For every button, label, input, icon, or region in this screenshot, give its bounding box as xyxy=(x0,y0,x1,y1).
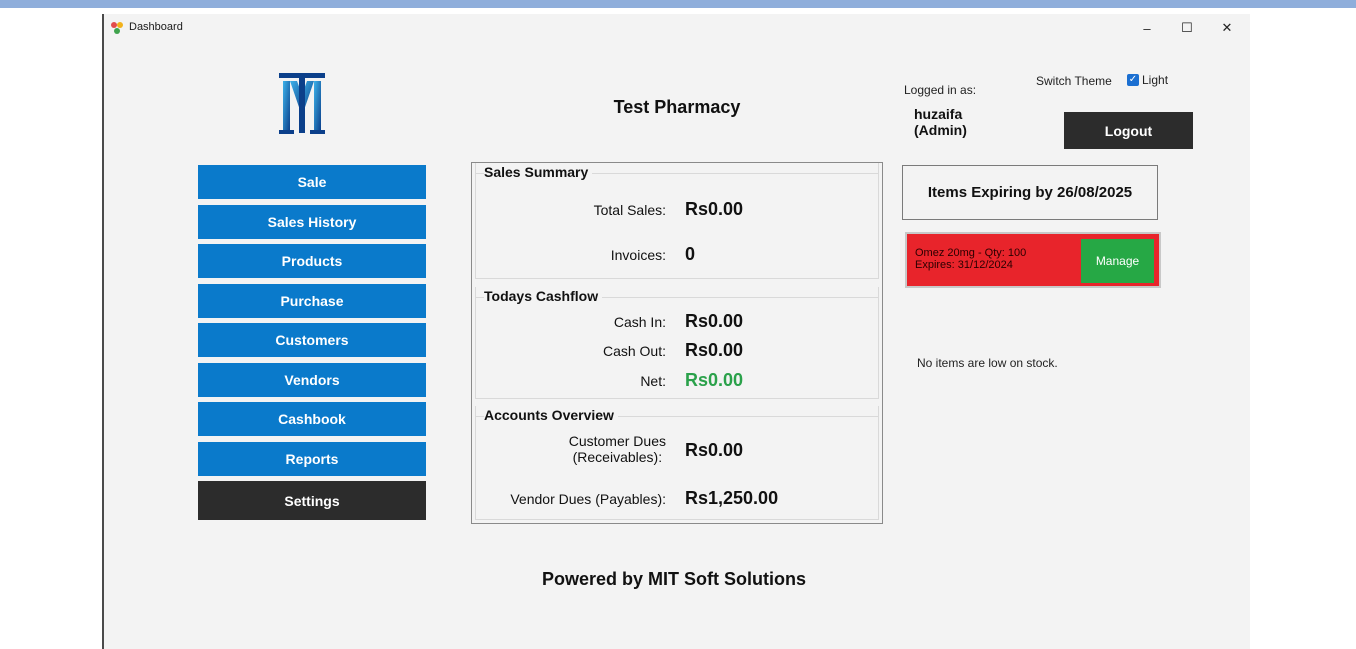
expiring-item-name-qty: Omez 20mg - Qty: 100 xyxy=(915,247,1027,259)
customer-dues-label: Customer Dues (Receivables): xyxy=(569,433,666,465)
nav-purchase-button[interactable]: Purchase xyxy=(198,284,426,318)
invoices-label: Invoices: xyxy=(610,247,666,263)
summary-panel: Sales Summary Total Sales: Rs0.00 Invoic… xyxy=(471,162,883,524)
expiring-item-date: Expires: 31/12/2024 xyxy=(915,259,1013,271)
nav-sale-button[interactable]: Sale xyxy=(198,165,426,199)
user-name: huzaifa xyxy=(914,106,963,122)
accounts-overview-title: Accounts Overview xyxy=(484,407,618,423)
sales-summary-group: Sales Summary Total Sales: Rs0.00 Invoic… xyxy=(475,163,879,279)
total-sales-value: Rs0.00 xyxy=(685,199,744,219)
switch-theme-label: Switch Theme xyxy=(1036,74,1112,88)
dashboard-window: Dashboard – ☐ ✕ Test Pharmacy Sale Sales… xyxy=(104,14,1250,649)
expiring-item-details: Omez 20mg - Qty: 100 Expires: 31/12/2024 xyxy=(915,247,1026,271)
vendor-dues-value: Rs1,250.00 xyxy=(685,488,779,508)
low-stock-message: No items are low on stock. xyxy=(917,356,1058,370)
nav-products-button[interactable]: Products xyxy=(198,244,426,278)
cash-out-label: Cash Out: xyxy=(602,343,666,359)
maximize-button[interactable]: ☐ xyxy=(1167,14,1207,42)
cashflow-group: Todays Cashflow Cash In: Rs0.00 Cash Out… xyxy=(475,287,879,399)
shop-name: Test Pharmacy xyxy=(613,97,741,117)
nav-customers-button[interactable]: Customers xyxy=(198,323,426,357)
title-bar[interactable]: Dashboard – ☐ ✕ xyxy=(104,14,1250,42)
nav-cashbook-button[interactable]: Cashbook xyxy=(198,402,426,436)
manage-button[interactable]: Manage xyxy=(1081,239,1154,283)
minimize-button[interactable]: – xyxy=(1127,14,1167,42)
invoices-value: 0 xyxy=(685,244,696,264)
cash-out-value: Rs0.00 xyxy=(685,340,744,360)
user-role: (Admin) xyxy=(914,122,967,138)
app-logo-icon xyxy=(111,22,123,34)
cash-in-label: Cash In: xyxy=(613,314,666,330)
expiring-item-card: Omez 20mg - Qty: 100 Expires: 31/12/2024… xyxy=(905,232,1161,288)
customer-dues-label-line1: Customer Dues xyxy=(568,433,666,449)
cash-in-value: Rs0.00 xyxy=(685,311,744,331)
company-logo-icon xyxy=(279,73,325,134)
nav-settings-button[interactable]: Settings xyxy=(198,481,426,520)
nav-reports-button[interactable]: Reports xyxy=(198,442,426,476)
vendor-dues-label: Vendor Dues (Payables): xyxy=(510,491,666,507)
theme-checkbox-label[interactable]: Light xyxy=(1142,73,1168,87)
customer-dues-value: Rs0.00 xyxy=(685,440,744,460)
net-value: Rs0.00 xyxy=(685,370,744,390)
current-user: huzaifa (Admin) xyxy=(914,106,967,138)
net-label: Net: xyxy=(640,373,666,389)
footer-credit: Powered by MIT Soft Solutions xyxy=(541,569,806,589)
window-title: Dashboard xyxy=(129,21,183,33)
total-sales-label: Total Sales: xyxy=(593,202,666,218)
expiring-items-header: Items Expiring by 26/08/2025 xyxy=(902,165,1158,220)
theme-checkbox[interactable]: ✓ xyxy=(1127,74,1139,86)
screen-top-strip xyxy=(0,0,1356,8)
sales-summary-title: Sales Summary xyxy=(484,164,593,180)
nav-vendors-button[interactable]: Vendors xyxy=(198,363,426,397)
accounts-overview-group: Accounts Overview Customer Dues (Receiva… xyxy=(475,406,879,520)
logout-button[interactable]: Logout xyxy=(1064,112,1193,149)
nav-sales-history-button[interactable]: Sales History xyxy=(198,205,426,239)
customer-dues-label-line2: (Receivables): xyxy=(572,449,663,465)
logged-in-label: Logged in as: xyxy=(904,83,977,97)
cashflow-title: Todays Cashflow xyxy=(484,288,603,304)
close-button[interactable]: ✕ xyxy=(1207,14,1247,42)
